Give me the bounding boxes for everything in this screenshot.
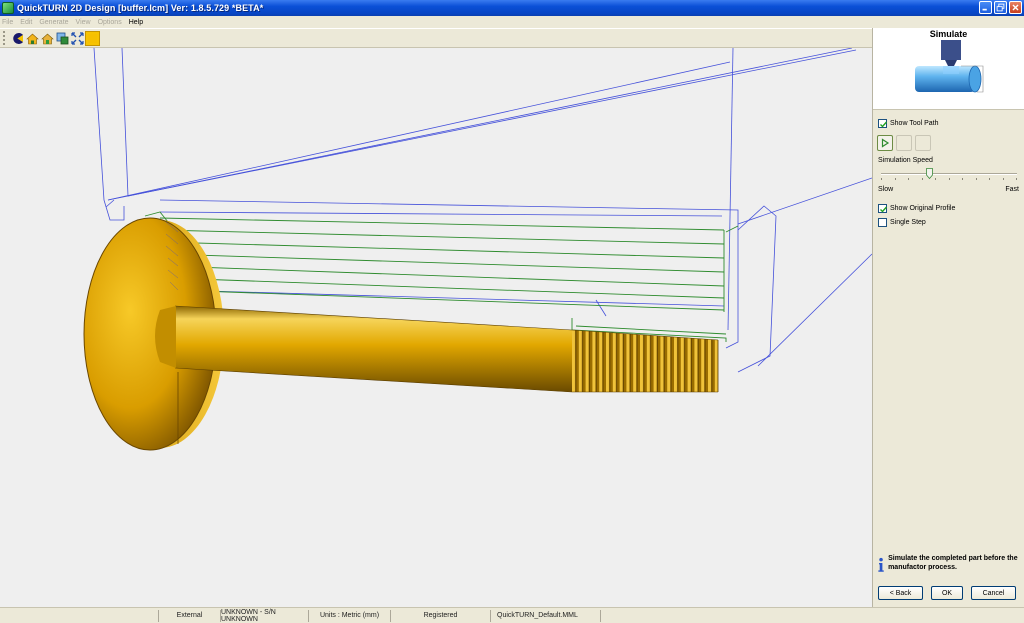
title-bar: QuickTURN 2D Design [buffer.lcm] Ver: 1.… (0, 0, 1024, 16)
slider-track (881, 173, 1017, 175)
status-registration: Registered (390, 609, 490, 622)
simulation-controls (877, 135, 931, 151)
dialog-buttons: < Back OK Cancel (878, 586, 1016, 600)
status-bar: External UNKNOWN - S/N UNKNOWN Units : M… (0, 607, 1024, 623)
show-original-profile-box[interactable] (878, 204, 888, 213)
menu-view[interactable]: View (76, 19, 91, 26)
menu-edit[interactable]: Edit (20, 19, 32, 26)
info-text: Simulate the completed part before the m… (888, 555, 1018, 571)
toolbar-button-pacman[interactable] (10, 31, 25, 46)
show-tool-path-checkbox[interactable]: Show Tool Path (878, 119, 939, 128)
minimize-icon (982, 8, 987, 11)
menu-options[interactable]: Options (98, 19, 122, 26)
fit-view-icon (71, 31, 84, 45)
close-icon (1012, 4, 1019, 11)
restore-icon (996, 3, 1005, 12)
ok-button[interactable]: OK (931, 586, 963, 600)
status-extra (600, 609, 1024, 622)
toolbar (0, 28, 872, 48)
show-tool-path-label: Show Tool Path (890, 120, 939, 127)
fast-label: Fast (1005, 186, 1019, 193)
home-up-icon (26, 33, 39, 44)
simulate-panel: Simulate Show Tool Path Simulation Speed… (872, 28, 1024, 607)
slider-ticks (881, 178, 1017, 181)
play-button[interactable] (877, 135, 893, 151)
show-original-profile-checkbox[interactable]: Show Original Profile (878, 204, 955, 213)
show-tool-path-box[interactable] (878, 119, 888, 128)
toolbar-grip[interactable] (3, 31, 6, 45)
toolbar-button-shaded[interactable] (85, 30, 100, 46)
play-icon (881, 138, 890, 148)
window-zoom-icon (56, 32, 69, 44)
checkmark-icon (880, 121, 888, 128)
status-blank (0, 610, 158, 622)
status-mode: External (158, 609, 220, 622)
menu-bar: File Edit Generate View Options Help (0, 16, 1024, 28)
menu-help[interactable]: Help (129, 19, 143, 26)
single-step-label: Single Step (890, 219, 926, 226)
status-units: Units : Metric (mm) (308, 609, 390, 622)
restore-button[interactable] (994, 1, 1007, 14)
slow-label: Slow (878, 186, 894, 193)
bolt-threads (571, 329, 719, 393)
toolbar-button-home-up[interactable] (25, 31, 40, 46)
show-original-profile-label: Show Original Profile (890, 205, 956, 212)
toolbar-button-window-zoom[interactable] (55, 31, 70, 46)
checkmark-icon (880, 206, 888, 213)
simulate-illustration-icon (915, 40, 984, 93)
pacman-icon (13, 32, 23, 44)
back-button[interactable]: < Back (878, 586, 923, 600)
pause-button[interactable] (896, 135, 912, 151)
app-icon[interactable] (2, 2, 14, 14)
menu-generate[interactable]: Generate (39, 19, 68, 26)
info-hint: Simulate the completed part before the m… (877, 554, 1023, 576)
single-step-box[interactable] (878, 218, 887, 227)
window-title: QuickTURN 2D Design [buffer.lcm] Ver: 1.… (17, 3, 264, 13)
part-scene (83, 48, 872, 451)
simulation-speed-slider[interactable] (879, 168, 1019, 184)
home-green-icon (41, 33, 54, 44)
simulation-viewport[interactable] (0, 48, 872, 607)
stop-button[interactable] (915, 135, 931, 151)
single-step-checkbox[interactable]: Single Step (878, 218, 926, 227)
slider-thumb[interactable] (926, 168, 934, 179)
cancel-button[interactable]: Cancel (971, 586, 1016, 600)
menu-file[interactable]: File (2, 19, 13, 26)
status-serial: UNKNOWN - S/N UNKNOWN (220, 609, 308, 623)
close-button[interactable] (1009, 1, 1022, 14)
status-machine-file: QuickTURN_Default.MML (490, 609, 600, 622)
toolbar-button-fit-view[interactable] (70, 31, 85, 46)
toolbar-button-home-green[interactable] (40, 31, 55, 46)
simulation-speed-label: Simulation Speed (878, 157, 933, 164)
minimize-button[interactable] (979, 1, 992, 14)
shaded-square-icon (88, 33, 97, 43)
panel-header: Simulate (873, 28, 1024, 110)
info-icon (878, 557, 884, 572)
